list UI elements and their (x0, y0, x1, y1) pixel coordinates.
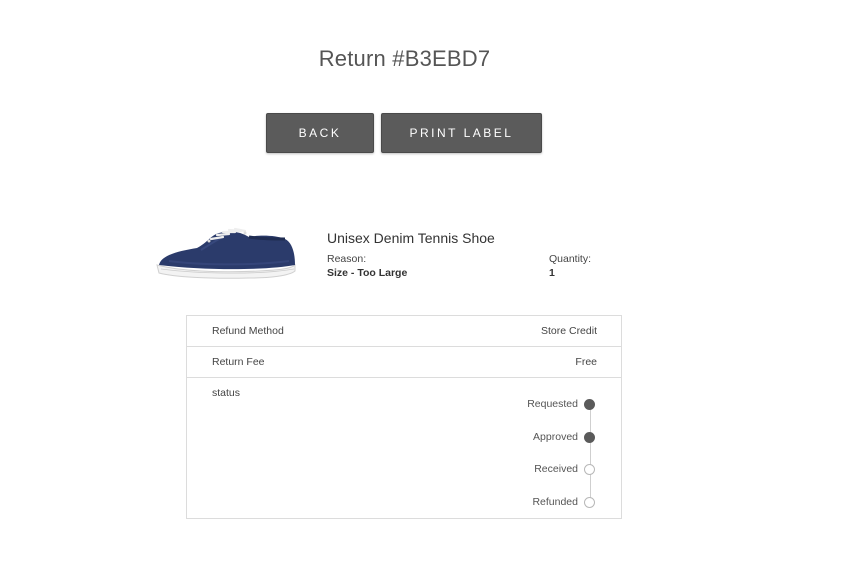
back-button[interactable]: BACK (266, 113, 374, 153)
status-step-label: Received (534, 463, 578, 475)
page-title: Return #B3EBD7 (318, 46, 491, 71)
refund-method-row: Refund Method Store Credit (187, 316, 621, 347)
print-label-button[interactable]: PRINT LABEL (381, 113, 542, 153)
status-step-approved: Approved (421, 431, 621, 445)
quantity-label: Quantity: (549, 253, 592, 265)
status-dot-icon (584, 497, 595, 508)
status-step-label: Refunded (532, 496, 578, 508)
status-step-received: Received (421, 463, 621, 477)
status-dot-icon (584, 399, 595, 410)
status-dot-icon (584, 432, 595, 443)
reason-value: Size - Too Large (327, 267, 408, 279)
status-dot-icon (584, 464, 595, 475)
return-fee-value: Free (575, 356, 597, 368)
status-step-requested: Requested (421, 398, 621, 412)
quantity-value: 1 (549, 267, 555, 279)
status-step-refunded: Refunded (421, 496, 621, 510)
return-detail-page: Return #B3EBD7 BACK PRINT LABEL Unisex D… (0, 0, 843, 570)
status-timeline-line (590, 406, 591, 503)
reason-label: Reason: (327, 253, 367, 265)
status-step-label: Requested (527, 398, 578, 410)
denim-sneaker-image (156, 227, 296, 279)
return-fee-row: Return Fee Free (187, 347, 621, 378)
product-image (149, 193, 305, 313)
return-fee-label: Return Fee (212, 356, 265, 368)
refund-method-value: Store Credit (540, 325, 597, 337)
status-step-label: Approved (533, 431, 578, 443)
return-details-panel: Refund Method Store Credit Return Fee Fr… (186, 315, 622, 519)
refund-method-label: Refund Method (212, 325, 284, 337)
product-name: Unisex Denim Tennis Shoe (327, 230, 495, 246)
status-label: status (212, 387, 241, 399)
